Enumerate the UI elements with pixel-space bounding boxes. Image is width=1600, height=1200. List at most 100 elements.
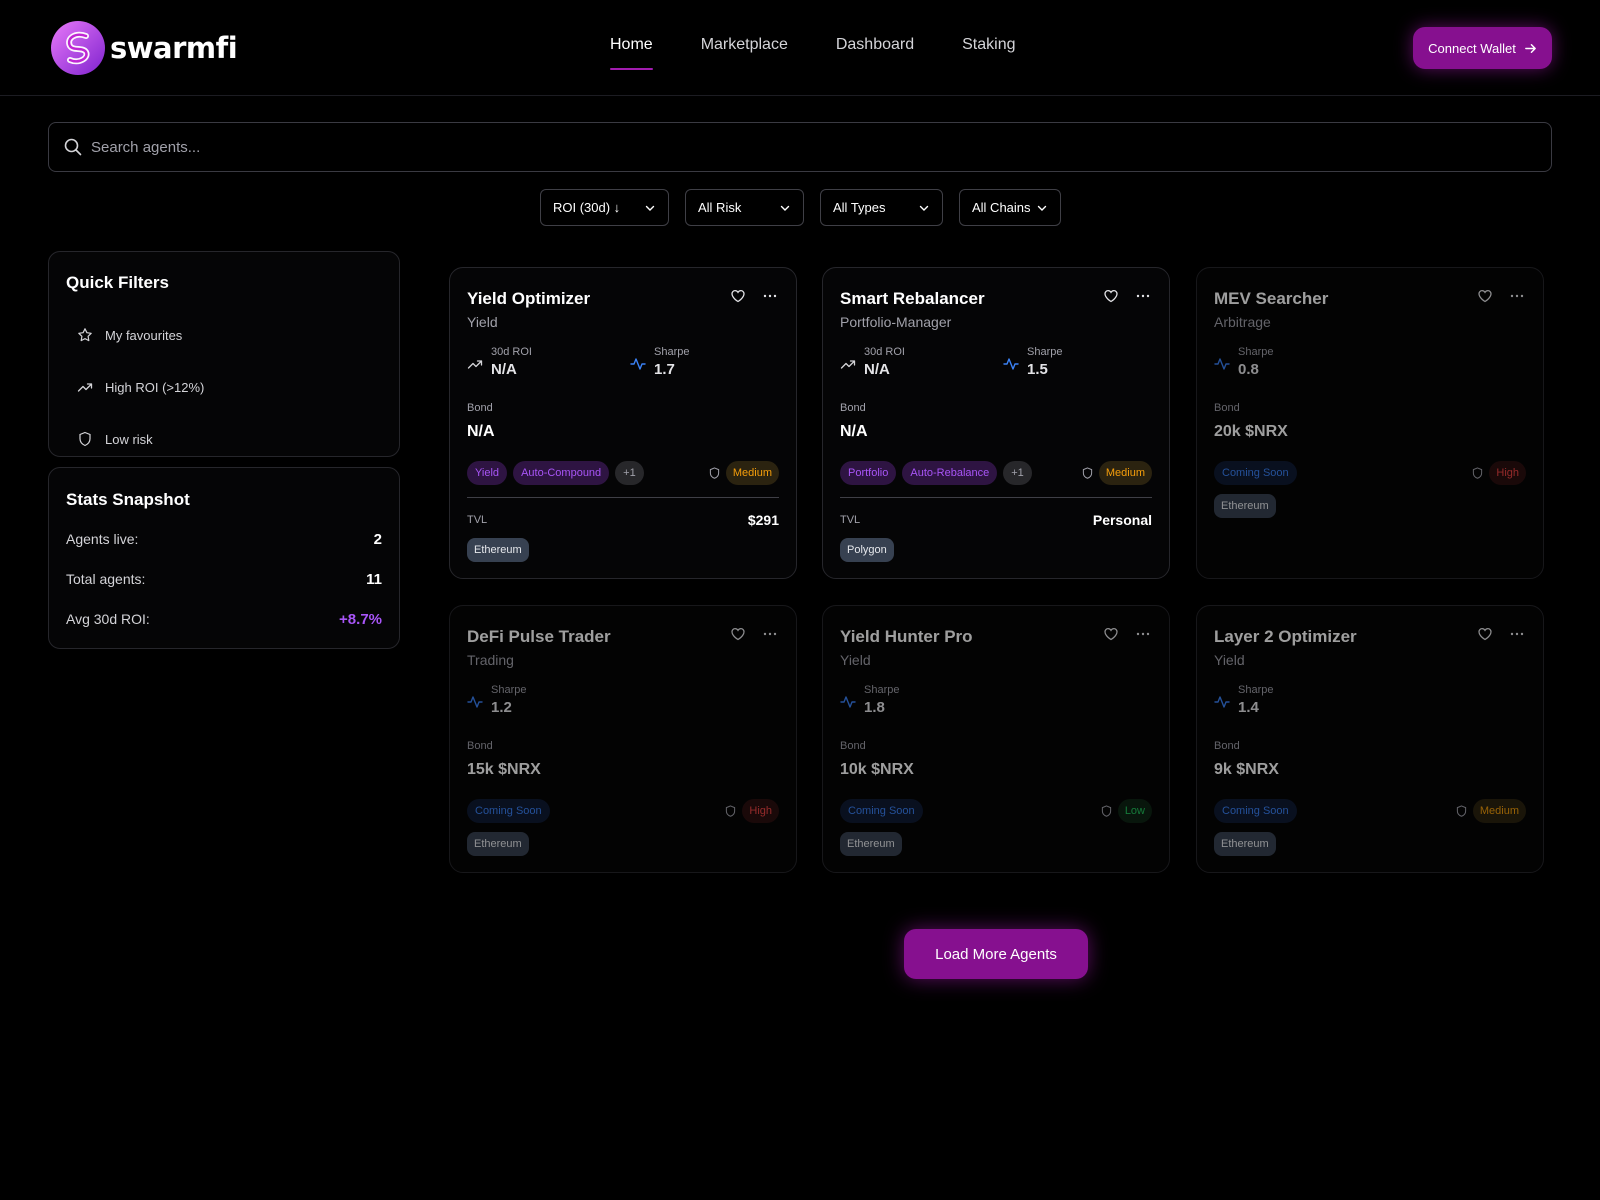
risk-indicator: Medium: [1082, 461, 1152, 485]
chain-badge: Ethereum: [467, 832, 529, 856]
bond-value: 10k $NRX: [840, 761, 914, 778]
card-actions: [1103, 288, 1151, 304]
nav-dashboard[interactable]: Dashboard: [836, 36, 914, 70]
tag-list: Coming Soon: [1214, 799, 1297, 823]
star-icon: [78, 328, 92, 342]
search-icon: [64, 138, 82, 156]
bond-label: Bond: [1214, 740, 1240, 752]
search-bar: [48, 122, 1552, 172]
metric-value: 1.2: [491, 699, 512, 716]
chevron-down-icon: [1037, 205, 1047, 211]
heart-icon[interactable]: [1477, 626, 1493, 642]
tag: Auto-Compound: [513, 461, 610, 485]
agent-card[interactable]: DeFi Pulse Trader Trading Sharpe 1.2 Bond…: [449, 605, 797, 873]
connect-wallet-button[interactable]: Connect Wallet: [1413, 27, 1552, 69]
heart-icon[interactable]: [1477, 288, 1493, 304]
tag-more[interactable]: +1: [615, 461, 644, 485]
card-actions: [1103, 626, 1151, 642]
heart-icon[interactable]: [1103, 288, 1119, 304]
trending-up-icon: [77, 383, 93, 392]
heart-icon[interactable]: [730, 626, 746, 642]
nav-marketplace[interactable]: Marketplace: [701, 36, 788, 70]
load-more-button[interactable]: Load More Agents: [904, 929, 1088, 979]
activity-icon: [1003, 358, 1019, 370]
agent-category: Yield: [467, 314, 498, 330]
trending-up-icon: [840, 360, 856, 369]
bond-value: 15k $NRX: [467, 761, 541, 778]
stat-value: 2: [373, 531, 382, 548]
agent-card[interactable]: Smart Rebalancer Portfolio-Manager 30d R…: [822, 267, 1170, 579]
agent-title: Layer 2 Optimizer: [1214, 627, 1357, 646]
more-options-icon[interactable]: [762, 626, 778, 642]
shield-icon: [79, 431, 91, 447]
sharpe-metric: Sharpe 1.2: [467, 684, 526, 716]
chain-badge: Polygon: [840, 538, 894, 562]
more-options-icon[interactable]: [1509, 626, 1525, 642]
tvl-label: TVL: [467, 514, 488, 526]
chevron-down-icon: [919, 205, 929, 211]
tvl-value: Personal: [1092, 512, 1152, 528]
chains-dropdown[interactable]: All Chains: [959, 189, 1061, 226]
arrow-right-icon: [1524, 43, 1536, 53]
heart-icon[interactable]: [730, 288, 746, 304]
risk-dropdown[interactable]: All Risk: [685, 189, 804, 226]
more-options-icon[interactable]: [1135, 626, 1151, 642]
more-options-icon[interactable]: [1509, 288, 1525, 304]
filter-bar: ROI (30d) ↓ All Risk All Types All Chain…: [0, 189, 1600, 226]
quick-filter-low-risk[interactable]: Low risk: [77, 431, 153, 447]
metric-label: Sharpe: [654, 346, 690, 358]
bond-label: Bond: [840, 740, 866, 752]
agent-card[interactable]: Yield Hunter Pro Yield Sharpe 1.8 Bond 10…: [822, 605, 1170, 873]
risk-indicator: Low: [1101, 799, 1152, 823]
agent-card[interactable]: Yield Optimizer Yield 30d ROI N/A Sharpe 1…: [449, 267, 797, 579]
bond-value: N/A: [840, 423, 868, 440]
sort-dropdown-value: ROI (30d) ↓: [553, 200, 621, 215]
metric-value: N/A: [864, 361, 890, 378]
agent-title: Yield Hunter Pro: [840, 627, 973, 646]
quick-filter-high-roi[interactable]: High ROI (>12%): [77, 379, 204, 395]
chain-badge: Ethereum: [1214, 832, 1276, 856]
metric-value: 1.7: [654, 361, 675, 378]
agent-category: Yield: [1214, 652, 1245, 668]
agent-card[interactable]: MEV Searcher Arbitrage Sharpe 0.8 Bond 20…: [1196, 267, 1544, 579]
quick-filter-favourites[interactable]: My favourites: [77, 327, 182, 343]
status-badge: Coming Soon: [1214, 461, 1297, 485]
risk-badge: Medium: [1098, 461, 1152, 485]
activity-icon: [1214, 696, 1230, 708]
more-options-icon[interactable]: [762, 288, 778, 304]
nav-home[interactable]: Home: [610, 36, 653, 70]
heart-icon[interactable]: [1103, 626, 1119, 642]
sharpe-metric: Sharpe 1.5: [1003, 346, 1062, 378]
status-badge: Coming Soon: [1214, 799, 1297, 823]
agent-category: Arbitrage: [1214, 314, 1271, 330]
shield-icon: [1101, 805, 1111, 817]
types-dropdown[interactable]: All Types: [820, 189, 943, 226]
tag-more[interactable]: +1: [1003, 461, 1032, 485]
bond-label: Bond: [467, 740, 493, 752]
shield-icon: [1456, 805, 1467, 817]
connect-wallet-label: Connect Wallet: [1428, 40, 1516, 56]
risk-dropdown-value: All Risk: [698, 200, 742, 215]
card-actions: [730, 626, 778, 642]
risk-badge: Medium: [725, 461, 779, 485]
metric-label: 30d ROI: [491, 346, 532, 358]
risk-indicator: Medium: [709, 461, 779, 485]
metric-label: Sharpe: [1238, 684, 1274, 696]
roi-metric: 30d ROI N/A: [467, 346, 532, 378]
brand-logo[interactable]: swarmfi: [50, 20, 238, 76]
more-options-icon[interactable]: [1135, 288, 1151, 304]
search-input[interactable]: [91, 138, 1491, 156]
shield-icon: [1082, 467, 1093, 479]
nav-staking[interactable]: Staking: [962, 36, 1015, 70]
risk-indicator: High: [1472, 461, 1526, 485]
agent-title: Smart Rebalancer: [840, 289, 985, 308]
top-header: swarmfi Home Marketplace Dashboard Staki…: [0, 0, 1600, 96]
metric-label: Sharpe: [864, 684, 900, 696]
agent-card[interactable]: Layer 2 Optimizer Yield Sharpe 1.4 Bond 9…: [1196, 605, 1544, 873]
bond-label: Bond: [840, 402, 866, 414]
chains-dropdown-value: All Chains: [972, 200, 1031, 215]
risk-badge: High: [742, 799, 779, 823]
sort-dropdown[interactable]: ROI (30d) ↓: [540, 189, 669, 226]
shield-icon: [1473, 467, 1483, 479]
metric-value: 1.8: [864, 699, 885, 716]
